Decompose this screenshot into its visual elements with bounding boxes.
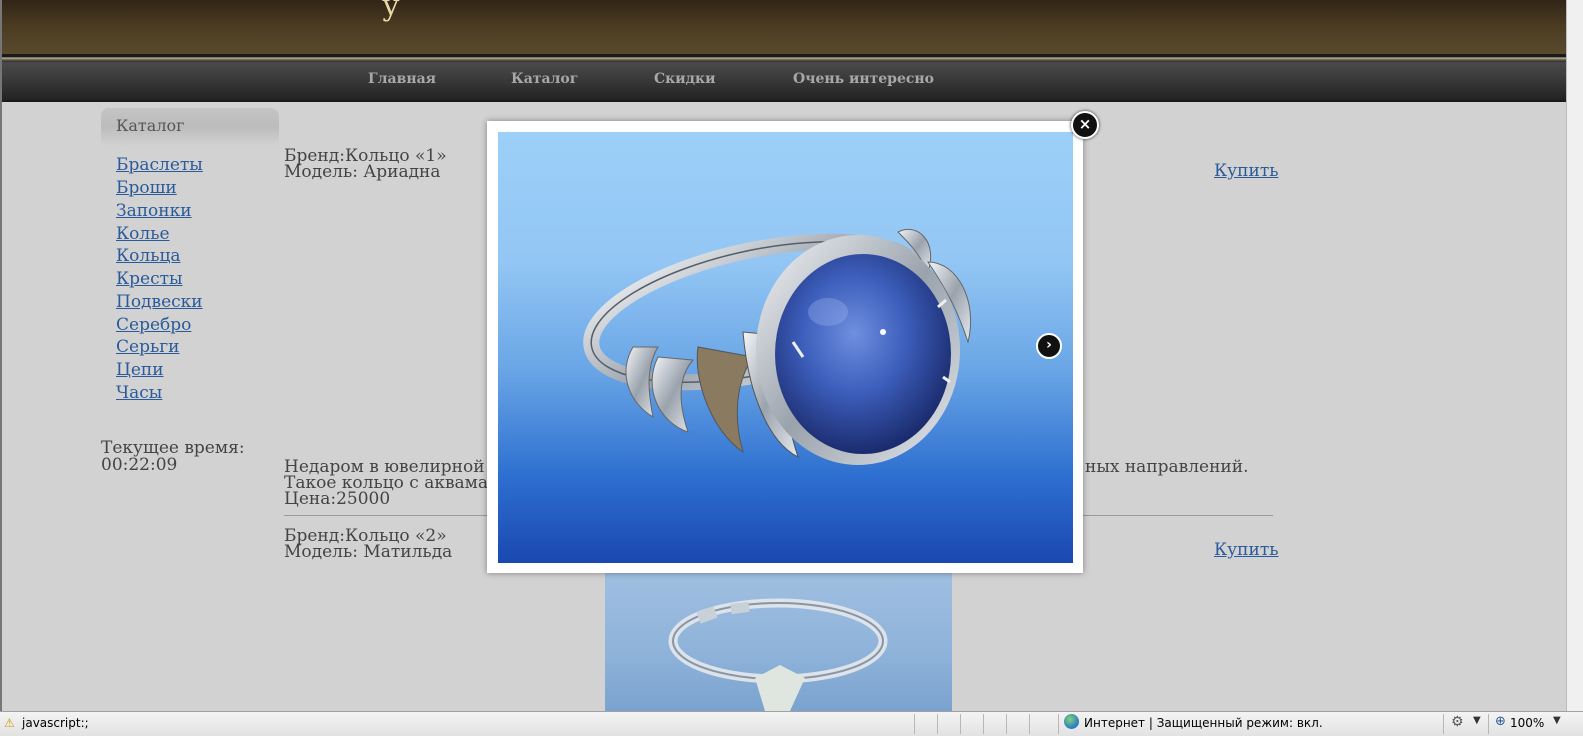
lightbox-dialog bbox=[487, 121, 1083, 573]
status-separator bbox=[983, 714, 984, 734]
vertical-scrollbar[interactable] bbox=[1566, 0, 1583, 711]
sidebar-item-earrings[interactable]: Серьги bbox=[116, 337, 179, 357]
sidebar-title: Каталог bbox=[116, 116, 185, 135]
sidebar-item-cufflinks[interactable]: Запонки bbox=[116, 201, 192, 221]
sidebar-item-rings[interactable]: Кольца bbox=[116, 246, 181, 266]
ring-thumbnail-image bbox=[668, 598, 888, 711]
protected-mode-icon[interactable]: ⚙ bbox=[1451, 714, 1464, 730]
status-separator bbox=[1029, 714, 1030, 734]
chevron-right-icon[interactable]: › bbox=[1036, 333, 1062, 359]
status-separator bbox=[914, 714, 915, 734]
product-price: Цена:25000 bbox=[284, 489, 391, 509]
sidebar-item-necklaces[interactable]: Колье bbox=[116, 224, 170, 244]
site-logo-fragment: у bbox=[382, 0, 400, 23]
site-header: у bbox=[2, 0, 1566, 54]
nav-home[interactable]: Главная bbox=[368, 71, 436, 87]
main-nav: Главная Каталог Скидки Очень интересно bbox=[2, 62, 1566, 102]
sidebar-item-watches[interactable]: Часы bbox=[116, 383, 162, 403]
sidebar-item-chains[interactable]: Цепи bbox=[116, 360, 164, 380]
security-zone-text: Интернет | Защищенный режим: вкл. bbox=[1084, 716, 1323, 730]
status-separator bbox=[1058, 714, 1059, 734]
chevron-down-icon[interactable]: ▼ bbox=[1553, 715, 1561, 726]
status-separator bbox=[1443, 714, 1444, 734]
sidebar-item-pendants[interactable]: Подвески bbox=[116, 292, 203, 312]
nav-catalog[interactable]: Каталог bbox=[511, 71, 578, 87]
buy-button[interactable]: Купить bbox=[1214, 161, 1278, 181]
internet-zone-icon bbox=[1064, 714, 1079, 729]
nav-interesting[interactable]: Очень интересно bbox=[793, 71, 934, 87]
nav-discounts[interactable]: Скидки bbox=[654, 71, 715, 87]
sidebar-item-crosses[interactable]: Кресты bbox=[116, 269, 183, 289]
product-thumbnail[interactable] bbox=[605, 573, 952, 711]
browser-status-bar: ⚠ javascript:; Интернет | Защищенный реж… bbox=[0, 711, 1583, 736]
product-description-tail: ных направлений. bbox=[1085, 457, 1249, 477]
window-left-border bbox=[0, 0, 2, 711]
status-separator bbox=[960, 714, 961, 734]
status-text: javascript:; bbox=[22, 716, 89, 730]
close-icon[interactable]: × bbox=[1071, 111, 1099, 139]
product-model: Модель: Ариадна bbox=[284, 162, 441, 182]
clock-value: 00:22:09 bbox=[101, 455, 178, 475]
header-divider bbox=[2, 54, 1566, 62]
sidebar-item-bracelets[interactable]: Браслеты bbox=[116, 155, 203, 175]
warning-icon: ⚠ bbox=[4, 716, 15, 730]
sidebar-item-brooches[interactable]: Броши bbox=[116, 178, 177, 198]
ring-image bbox=[583, 228, 972, 465]
chevron-down-icon[interactable]: ▼ bbox=[1473, 715, 1481, 726]
status-separator bbox=[1488, 714, 1489, 734]
zoom-level[interactable]: 100% bbox=[1510, 716, 1544, 730]
status-separator bbox=[937, 714, 938, 734]
browser-page: у Главная Каталог Скидки Очень интересно… bbox=[0, 0, 1583, 736]
buy-button[interactable]: Купить bbox=[1214, 540, 1278, 560]
sidebar-item-silver[interactable]: Серебро bbox=[116, 315, 191, 335]
lightbox-image[interactable] bbox=[498, 132, 1073, 563]
product-model: Модель: Матильда bbox=[284, 542, 453, 562]
sidebar-header: Каталог bbox=[101, 108, 279, 146]
status-separator bbox=[1006, 714, 1007, 734]
zoom-icon[interactable]: ⊕ bbox=[1495, 714, 1506, 729]
